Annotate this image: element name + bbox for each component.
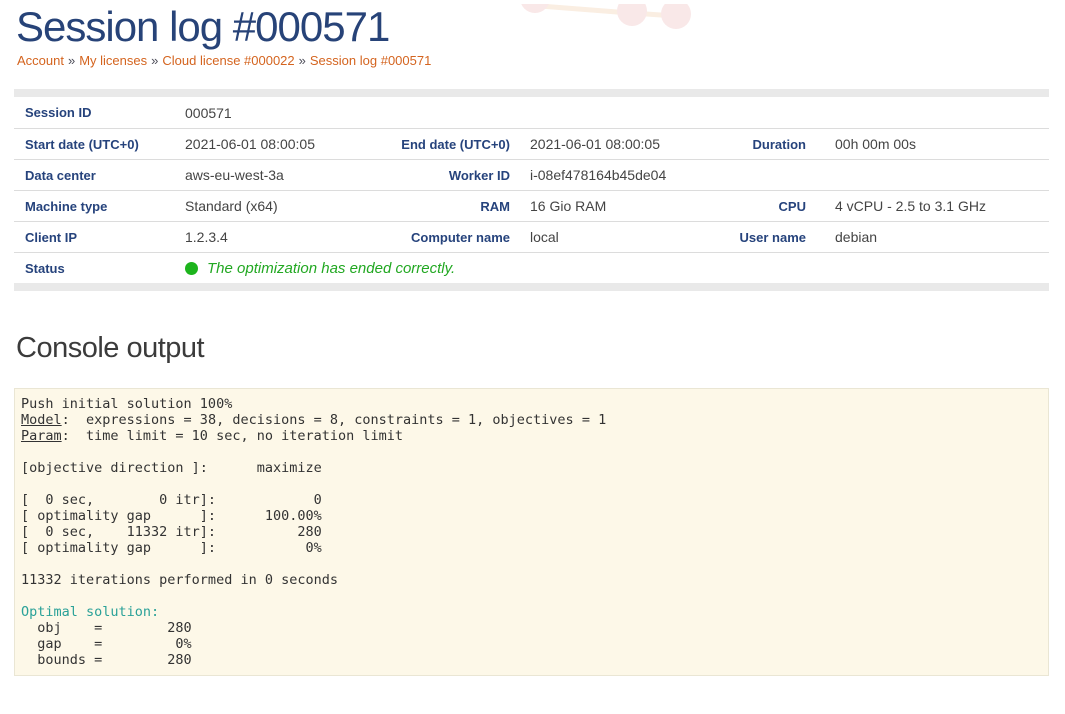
worker-id-label: Worker ID [345,168,515,183]
data-center-value: aws-eu-west-3a [185,167,345,183]
table-top-bar [14,89,1049,97]
ram-label: RAM [345,199,515,214]
table-row-status: Status The optimization has ended correc… [14,252,1049,283]
table-row-session-id: Session ID 000571 [14,97,1049,128]
console-param-keyword: Param [21,428,62,444]
start-date-value: 2021-06-01 08:00:05 [185,136,345,152]
machine-type-value: Standard (x64) [185,198,345,214]
breadcrumb-separator: » [68,53,75,68]
duration-value: 00h 00m 00s [811,136,1049,152]
status-message: The optimization has ended correctly. [207,260,455,277]
console-param-line: : time limit = 10 sec, no iteration limi… [62,428,403,444]
session-id-label: Session ID [14,105,185,120]
ram-value: 16 Gio RAM [515,198,701,214]
breadcrumb-link-account[interactable]: Account [17,53,64,68]
table-row-client: Client IP 1.2.3.4 Computer name local Us… [14,221,1049,252]
console-results-block: obj = 280 gap = 0% bounds = 280 [21,620,192,668]
user-name-value: debian [811,229,1049,245]
table-row-dates: Start date (UTC+0) 2021-06-01 08:00:05 E… [14,128,1049,159]
breadcrumb-separator: » [151,53,158,68]
user-name-label: User name [701,230,811,245]
table-bottom-bar [14,283,1049,291]
console-output: Push initial solution 100% Model: expres… [14,388,1049,676]
data-center-label: Data center [14,168,185,183]
start-date-label: Start date (UTC+0) [14,137,185,152]
duration-label: Duration [701,137,811,152]
console-line-push: Push initial solution 100% [21,396,232,412]
machine-type-label: Machine type [14,199,185,214]
status-cell: The optimization has ended correctly. [185,260,1049,277]
cpu-value: 4 vCPU - 2.5 to 3.1 GHz [811,198,1049,214]
table-row-machine: Machine type Standard (x64) RAM 16 Gio R… [14,190,1049,221]
computer-name-label: Computer name [345,230,515,245]
console-optimal-keyword: Optimal solution: [21,604,159,620]
breadcrumb-link-my-licenses[interactable]: My licenses [79,53,147,68]
breadcrumb-link-session-log[interactable]: Session log #000571 [310,53,431,68]
breadcrumb-separator: » [299,53,306,68]
page-title: Session log #000571 [16,4,1065,49]
console-progress-block: [objective direction ]: maximize [ 0 sec… [21,460,338,588]
status-label: Status [14,261,185,276]
status-ok-dot-icon [185,262,198,275]
worker-id-value: i-08ef478164b45de04 [515,167,1049,183]
console-model-keyword: Model [21,412,62,428]
console-output-heading: Console output [16,332,1065,365]
session-id-value: 000571 [185,105,1049,121]
console-model-line: : expressions = 38, decisions = 8, const… [62,412,607,428]
end-date-label: End date (UTC+0) [345,137,515,152]
computer-name-value: local [515,229,701,245]
table-row-data-center: Data center aws-eu-west-3a Worker ID i-0… [14,159,1049,190]
session-details-table: Session ID 000571 Start date (UTC+0) 202… [14,89,1049,291]
client-ip-value: 1.2.3.4 [185,229,345,245]
end-date-value: 2021-06-01 08:00:05 [515,136,701,152]
client-ip-label: Client IP [14,230,185,245]
breadcrumb-link-cloud-license[interactable]: Cloud license #000022 [162,53,294,68]
cpu-label: CPU [701,199,811,214]
breadcrumb: Account » My licenses » Cloud license #00002… [17,53,1065,68]
